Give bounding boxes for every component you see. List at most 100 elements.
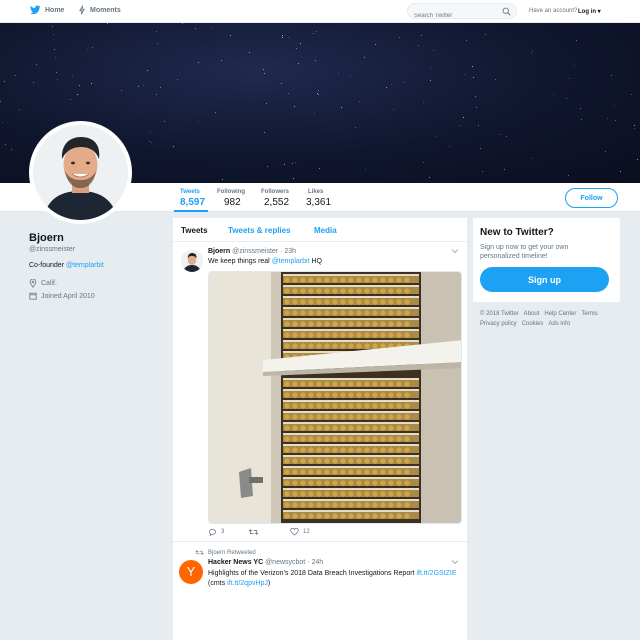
chevron-down-icon[interactable] <box>451 248 459 254</box>
stat-following[interactable]: Following 982 <box>217 189 245 208</box>
banner-star <box>614 105 616 107</box>
nav-home[interactable]: Home <box>30 5 64 15</box>
banner-star <box>282 37 284 39</box>
location-text: Calif. <box>41 280 57 287</box>
retweet-icon <box>248 529 259 535</box>
tweet-actions: 3 12 <box>208 528 408 540</box>
banner-star <box>484 33 486 35</box>
stat-likes[interactable]: Likes 3,361 <box>306 189 331 208</box>
footer-link-about[interactable]: About <box>524 311 540 317</box>
login-link[interactable]: Log in ▾ <box>578 8 601 15</box>
banner-star <box>458 125 460 127</box>
search-input[interactable] <box>408 9 494 23</box>
banner-star <box>422 101 424 103</box>
chevron-down-icon[interactable] <box>451 559 459 565</box>
banner-star <box>57 79 59 81</box>
banner-star <box>198 121 200 123</box>
banner-star <box>576 39 578 41</box>
calendar-icon <box>29 292 37 300</box>
search-icon[interactable] <box>502 7 511 16</box>
banner-star <box>72 75 74 77</box>
banner-star <box>284 164 286 166</box>
stat-value: 982 <box>224 197 241 208</box>
tweet-author-name[interactable]: Hacker News YC <box>208 559 263 566</box>
like-action[interactable]: 12 <box>290 528 310 536</box>
reply-action[interactable]: 3 <box>208 528 224 536</box>
footer-link-terms[interactable]: Terms <box>581 311 597 317</box>
banner-star <box>176 79 178 81</box>
banner-star <box>429 67 431 69</box>
tweet-mention-link[interactable]: @templarbit <box>272 258 310 265</box>
tweet-link[interactable]: ift.tt/2qpvHpJ <box>227 580 268 587</box>
profile-handle[interactable]: @zinssmeister <box>29 246 75 253</box>
tab-tweets-replies[interactable]: Tweets & replies <box>228 226 291 235</box>
banner-star <box>337 73 339 75</box>
banner-star <box>121 90 123 92</box>
banner-star <box>364 57 366 59</box>
banner-star <box>403 82 405 84</box>
heart-icon <box>290 528 299 536</box>
banner-star <box>15 74 17 76</box>
bio-link[interactable]: @templarbit <box>66 262 104 269</box>
banner-star <box>181 23 183 24</box>
banner-star <box>318 93 320 95</box>
tweet-meta: @zinssmeister · 23h <box>232 248 297 255</box>
retweet-action[interactable] <box>248 528 263 536</box>
signup-button[interactable]: Sign up <box>480 267 609 292</box>
banner-star <box>248 52 250 54</box>
banner-star <box>390 84 392 86</box>
footer-link-help[interactable]: Help Center <box>544 311 576 317</box>
banner-star <box>399 36 401 38</box>
stat-label: Following <box>217 189 245 195</box>
footer-link-cookies[interactable]: Cookies <box>522 321 544 327</box>
tweet[interactable]: Bjoern @zinssmeister · 23h We keep thing… <box>173 242 467 542</box>
banner-star <box>147 70 149 72</box>
banner-star <box>221 179 223 181</box>
stat-tweets[interactable]: Tweets 8,597 <box>180 189 205 208</box>
banner-star <box>552 93 554 95</box>
banner-star <box>156 93 158 95</box>
banner-star <box>429 176 431 178</box>
tweet-text: We keep things real @templarbit HQ <box>208 258 322 265</box>
tweet-avatar[interactable]: Y <box>179 560 203 584</box>
banner-star <box>480 148 482 150</box>
banner-star <box>220 60 222 62</box>
tweet[interactable]: Bjoern Retweeted Y Hacker News YC @newsy… <box>173 544 467 640</box>
profile-name[interactable]: Bjoern <box>29 232 64 244</box>
stat-followers[interactable]: Followers 2,552 <box>261 189 289 208</box>
lightning-icon <box>79 5 85 15</box>
tab-media[interactable]: Media <box>314 226 337 235</box>
banner-star <box>230 35 232 37</box>
tweet-author-name[interactable]: Bjoern <box>208 248 230 255</box>
tweet-text-suffix: HQ <box>309 258 322 265</box>
like-count: 12 <box>303 529 310 535</box>
banner-star <box>264 72 266 74</box>
signup-card-subtitle: Sign up now to get your own personalized… <box>480 244 569 260</box>
nav-moments[interactable]: Moments <box>78 5 121 15</box>
tweet-photo[interactable] <box>208 271 462 524</box>
follow-button[interactable]: Follow <box>565 188 618 208</box>
banner-star <box>633 128 635 130</box>
banner-star <box>53 33 55 35</box>
avatar[interactable] <box>29 121 132 224</box>
banner-star <box>36 64 38 66</box>
banner-star <box>312 33 314 35</box>
banner-star <box>10 148 12 150</box>
banner-star <box>293 177 295 179</box>
banner-star <box>633 124 635 126</box>
banner-star <box>422 162 424 164</box>
footer-link-privacy[interactable]: Privacy policy <box>480 321 517 327</box>
stat-value: 8,597 <box>180 197 206 208</box>
banner-star <box>52 26 54 28</box>
banner-star <box>448 145 450 147</box>
banner-star <box>18 108 20 110</box>
tab-tweets[interactable]: Tweets <box>181 226 208 235</box>
banner-star <box>150 130 152 132</box>
account-prompt: Have an account? <box>529 8 578 14</box>
retweet-context-text: Bjoern Retweeted <box>208 549 256 556</box>
footer-links: © 2018 Twitter About Help Center Terms Priva… <box>480 309 620 329</box>
footer-link-ads[interactable]: Ads info <box>548 321 570 327</box>
banner-star <box>580 118 582 120</box>
tweet-link[interactable]: ift.tt/2GStZIE <box>416 570 456 577</box>
tweet-avatar[interactable] <box>181 250 203 272</box>
